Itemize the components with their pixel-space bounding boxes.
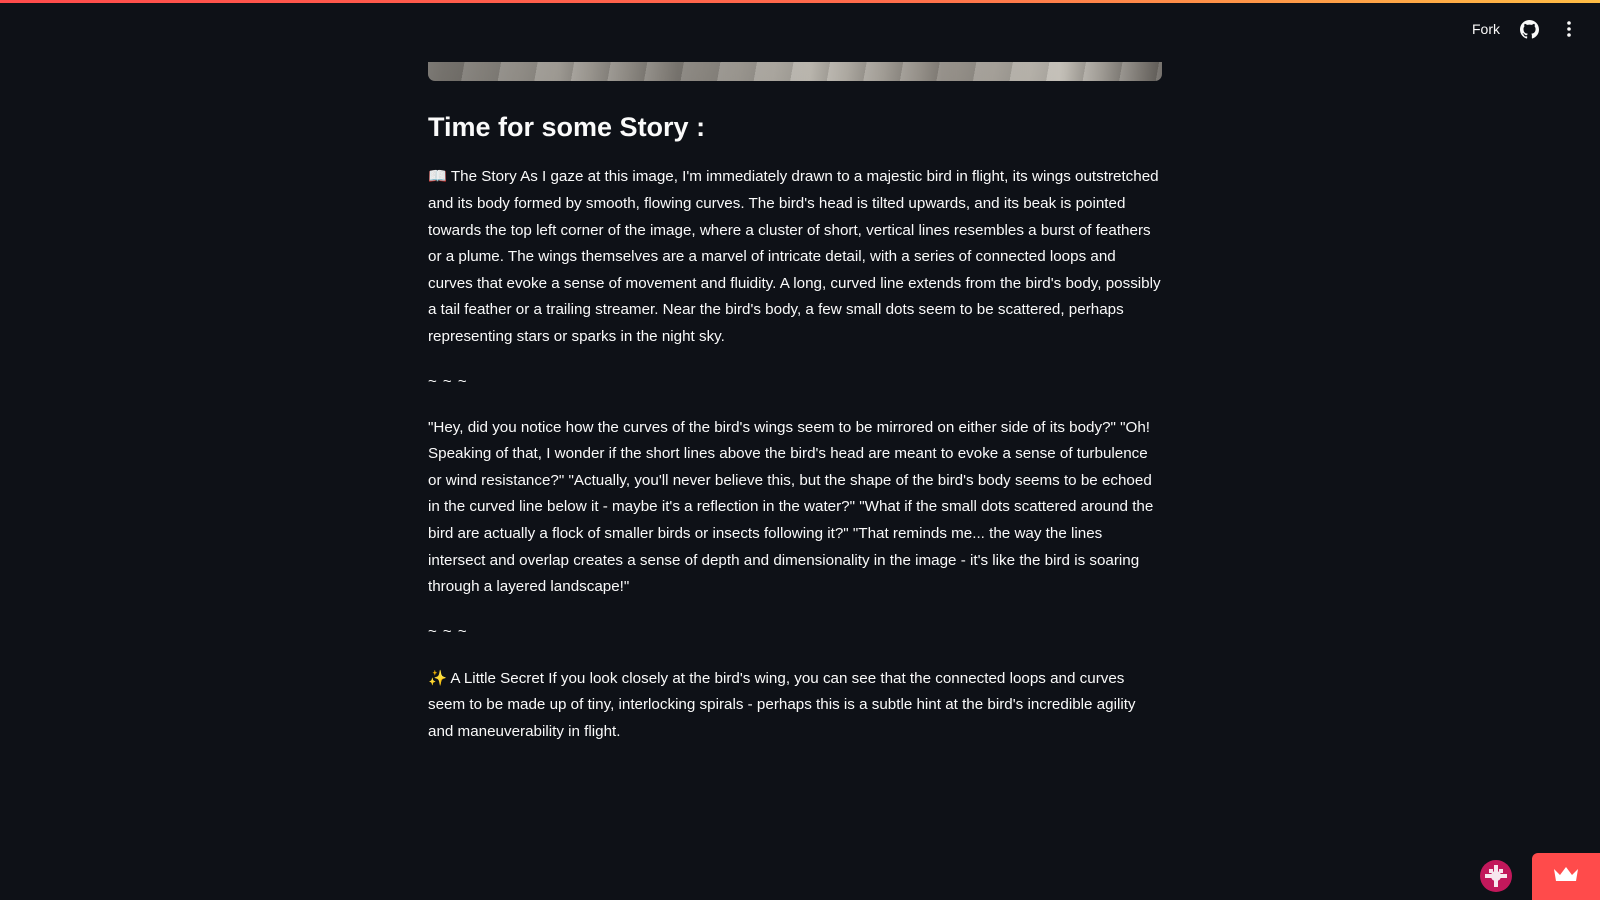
crown-icon [1552, 865, 1580, 888]
separator: ~ ~ ~ [428, 372, 468, 390]
fork-button[interactable]: Fork [1472, 21, 1500, 37]
top-toolbar: Fork [1472, 18, 1580, 40]
dialogue-paragraph: "Hey, did you notice how the curves of t… [428, 418, 1154, 596]
hosted-badge-button[interactable] [1532, 853, 1600, 900]
main-content: Time for some Story : 📖 The Story As I g… [428, 0, 1162, 745]
uploaded-image-preview [428, 62, 1162, 81]
more-vertical-icon[interactable] [1558, 18, 1580, 40]
sparkles-icon: ✨ [428, 668, 447, 687]
secret-text: A Little Secret If you look closely at t… [428, 669, 1136, 740]
separator: ~ ~ ~ [428, 622, 468, 640]
user-avatar-icon[interactable] [1480, 860, 1512, 892]
secret-paragraph: ✨ A Little Secret If you look closely at… [428, 665, 1162, 746]
story-heading: Time for some Story : [428, 112, 706, 142]
story-paragraph: 📖 The Story As I gaze at this image, I'm… [428, 163, 1162, 350]
book-icon: 📖 [428, 167, 447, 186]
story-text: The Story As I gaze at this image, I'm i… [428, 168, 1161, 345]
github-icon[interactable] [1518, 18, 1540, 40]
